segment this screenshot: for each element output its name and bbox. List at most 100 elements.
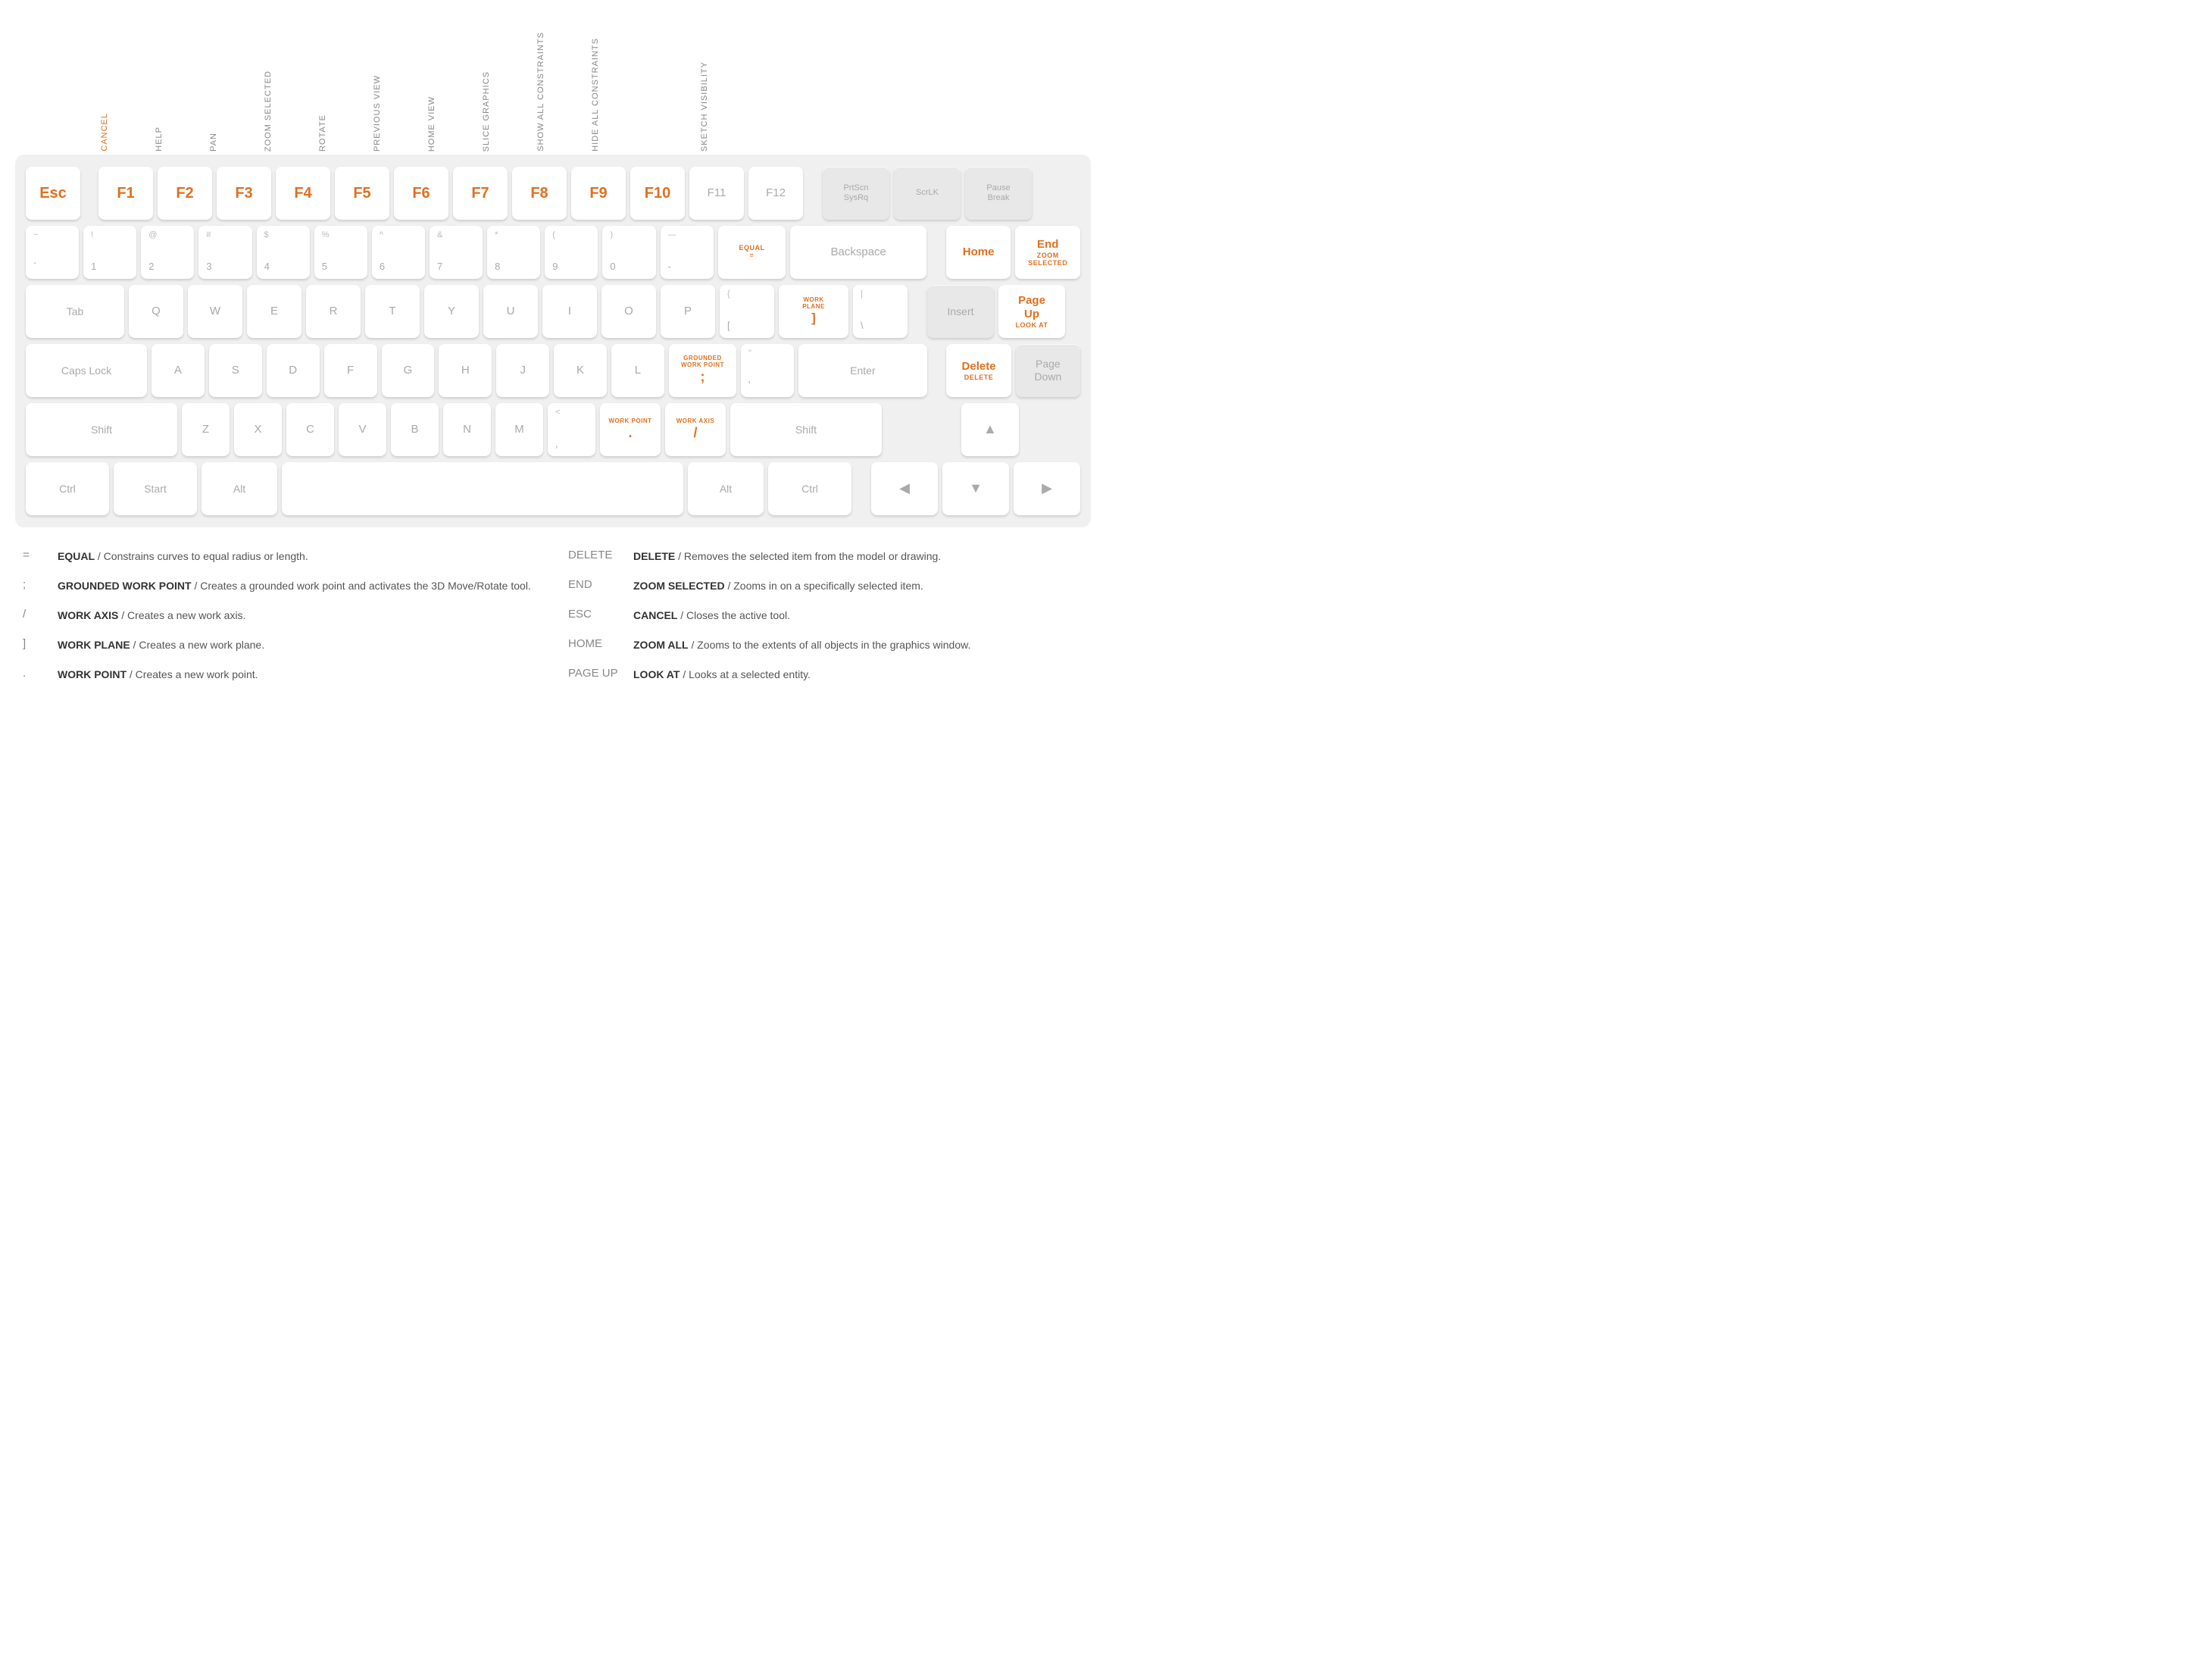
key-ctrl-right[interactable]: Ctrl (768, 462, 851, 515)
key-pagedown[interactable]: PageDown (1016, 344, 1080, 397)
key-esc[interactable]: Esc (26, 167, 80, 220)
key-5[interactable]: % 5 (314, 226, 367, 279)
key-z[interactable]: Z (182, 403, 230, 456)
key-alt-right[interactable]: Alt (688, 462, 764, 515)
key-l[interactable]: L (611, 344, 664, 397)
key-f9[interactable]: F9 (571, 167, 626, 220)
key-scrlk[interactable]: ScrLK (894, 167, 961, 220)
key-f7[interactable]: F7 (453, 167, 508, 220)
key-arrow-right[interactable]: ▶ (1014, 462, 1080, 515)
key-m[interactable]: M (495, 403, 543, 456)
key-b[interactable]: B (391, 403, 439, 456)
key-f2[interactable]: F2 (158, 167, 212, 220)
legend-key-esc: ESC (568, 608, 621, 621)
key-equals[interactable]: EQUAL= (718, 226, 786, 279)
key-o[interactable]: O (601, 285, 656, 338)
key-6[interactable]: ^ 6 (372, 226, 425, 279)
key-delete[interactable]: Delete DELETE (946, 344, 1011, 397)
key-arrow-down[interactable]: ▼ (942, 462, 1009, 515)
key-t[interactable]: T (365, 285, 420, 338)
key-p[interactable]: P (661, 285, 715, 338)
key-tab[interactable]: Tab (26, 285, 124, 338)
key-1[interactable]: ! 1 (83, 226, 136, 279)
key-k[interactable]: K (554, 344, 607, 397)
key-s[interactable]: S (209, 344, 262, 397)
key-quote[interactable]: " ' (741, 344, 794, 397)
key-capslock[interactable]: Caps Lock (26, 344, 147, 397)
key-arrow-up[interactable]: ▲ (961, 403, 1020, 456)
key-e[interactable]: E (247, 285, 301, 338)
key-semicolon[interactable]: GROUNDEDWORK POINT ; (669, 344, 736, 397)
key-h[interactable]: H (439, 344, 492, 397)
key-f1-label: F1 (117, 184, 134, 202)
key-slash[interactable]: WORK AXIS / (665, 403, 726, 456)
key-c[interactable]: C (286, 403, 334, 456)
key-f11-label: F11 (708, 186, 726, 200)
legend: = EQUAL / Constrains curves to equal rad… (15, 549, 1091, 683)
key-x[interactable]: X (234, 403, 282, 456)
key-start[interactable]: Start (114, 462, 197, 515)
key-2[interactable]: @ 2 (141, 226, 194, 279)
key-insert[interactable]: Insert (927, 285, 994, 338)
key-5-shift: % (322, 230, 330, 240)
key-f6[interactable]: F6 (394, 167, 448, 220)
key-r[interactable]: R (306, 285, 361, 338)
key-backspace[interactable]: Backspace (790, 226, 926, 279)
arrow-down-icon: ▼ (969, 480, 983, 497)
key-pause[interactable]: PauseBreak (965, 167, 1032, 220)
key-tilde[interactable]: ~ ` (26, 226, 79, 279)
legend-key-delete: DELETE (568, 549, 621, 561)
key-v[interactable]: V (339, 403, 386, 456)
key-shift-right[interactable]: Shift (730, 403, 882, 456)
key-9[interactable]: ( 9 (545, 226, 598, 279)
legend-text-equal: EQUAL / Constrains curves to equal radiu… (58, 549, 308, 564)
key-7[interactable]: & 7 (430, 226, 483, 279)
key-3[interactable]: # 3 (198, 226, 252, 279)
key-comma[interactable]: < , (548, 403, 595, 456)
key-minus[interactable]: — - (661, 226, 714, 279)
key-f8[interactable]: F8 (512, 167, 567, 220)
key-period[interactable]: WORK POINT . (600, 403, 661, 456)
key-d[interactable]: D (267, 344, 320, 397)
key-f1[interactable]: F1 (98, 167, 153, 220)
key-end-content: End ZOOM SELECTED (1020, 238, 1076, 267)
key-n[interactable]: N (443, 403, 491, 456)
key-i[interactable]: I (542, 285, 597, 338)
key-f5[interactable]: F5 (335, 167, 389, 220)
key-u[interactable]: U (483, 285, 538, 338)
key-open-bracket[interactable]: { [ (720, 285, 774, 338)
key-arrow-left[interactable]: ◀ (871, 462, 938, 515)
key-4[interactable]: $ 4 (257, 226, 310, 279)
key-g[interactable]: G (382, 344, 435, 397)
key-ctrl-left[interactable]: Ctrl (26, 462, 109, 515)
key-semicolon-label: ; (700, 369, 705, 386)
key-f[interactable]: F (324, 344, 377, 397)
key-backslash[interactable]: | \ (853, 285, 908, 338)
fn-row: Esc F1 F2 F3 F4 F5 F6 F7 F8 F9 (26, 167, 1080, 220)
key-pageup[interactable]: PageUp LOOK AT (998, 285, 1065, 338)
key-home[interactable]: Home (946, 226, 1011, 279)
key-space[interactable] (282, 462, 683, 515)
key-prtscn[interactable]: PrtScnSysRq (823, 167, 889, 220)
key-close-bracket-label: ] (811, 311, 816, 326)
key-f11[interactable]: F11 (689, 167, 744, 220)
key-8[interactable]: * 8 (487, 226, 540, 279)
key-f10[interactable]: F10 (630, 167, 685, 220)
key-q[interactable]: Q (129, 285, 183, 338)
key-close-bracket[interactable]: WORKPLANE ] (779, 285, 848, 338)
key-y[interactable]: Y (424, 285, 479, 338)
key-f4[interactable]: F4 (276, 167, 330, 220)
key-0[interactable]: ) 0 (602, 226, 655, 279)
legend-key-slash: / (23, 608, 45, 621)
key-end[interactable]: End ZOOM SELECTED (1015, 226, 1080, 279)
key-enter[interactable]: Enter (798, 344, 927, 397)
key-j[interactable]: J (496, 344, 549, 397)
key-alt-left[interactable]: Alt (202, 462, 277, 515)
key-f12[interactable]: F12 (748, 167, 803, 220)
key-a[interactable]: A (152, 344, 205, 397)
key-minus-shift: — (668, 230, 676, 240)
key-f3[interactable]: F3 (217, 167, 271, 220)
key-w[interactable]: W (188, 285, 242, 338)
top-label-pan: PAN (209, 133, 218, 152)
key-shift-left[interactable]: Shift (26, 403, 177, 456)
